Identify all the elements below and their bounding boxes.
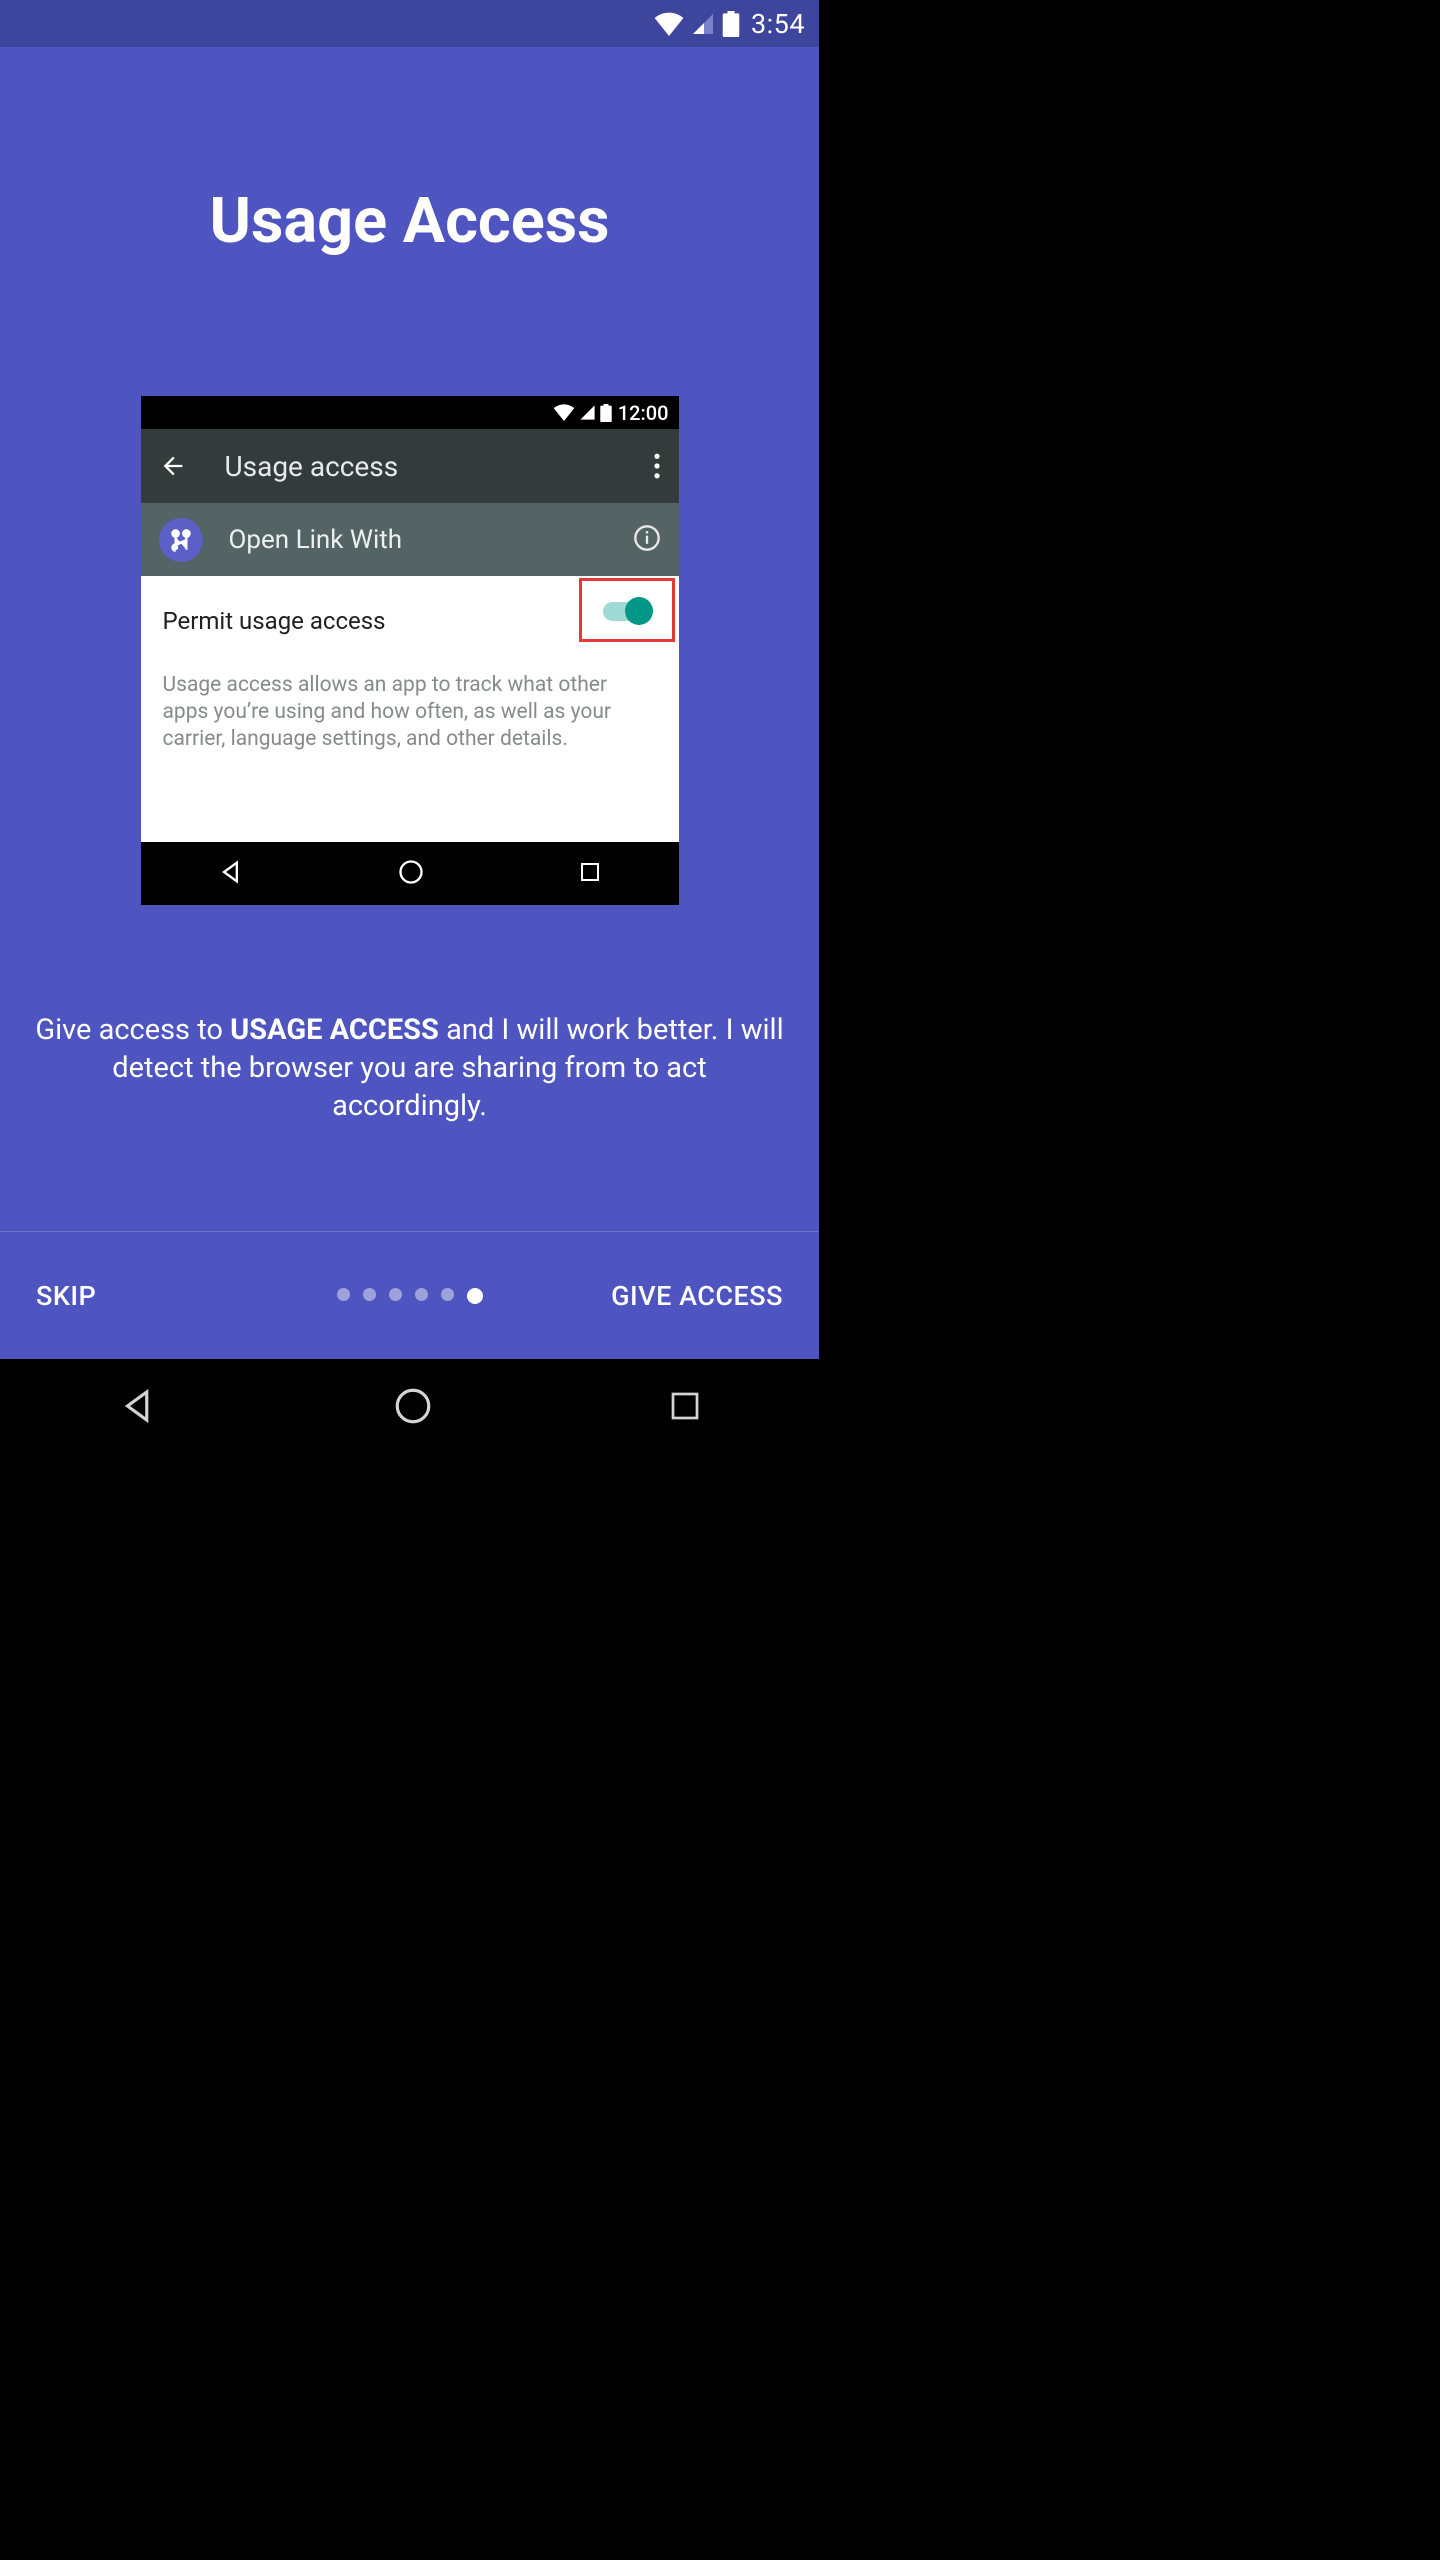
app-icon	[159, 518, 203, 562]
wifi-icon	[654, 12, 684, 36]
mock-permit-description: Usage access allows an app to track what…	[141, 660, 679, 842]
progress-dot	[389, 1288, 402, 1301]
device-nav-bar	[0, 1359, 819, 1456]
onboarding-bottom-bar: SKIP GIVE ACCESS	[0, 1232, 819, 1359]
battery-icon	[722, 11, 740, 37]
give-access-button[interactable]: GIVE ACCESS	[583, 1280, 783, 1312]
cell-signal-icon	[691, 12, 715, 36]
progress-dot	[337, 1288, 350, 1301]
page-title: Usage Access	[0, 185, 819, 258]
mock-app-row: Open Link With	[141, 503, 679, 576]
mock-permit-toggle	[603, 602, 651, 621]
status-clock: 3:54	[751, 8, 805, 40]
nav-home-icon[interactable]	[392, 1385, 434, 1431]
mock-permit-label: Permit usage access	[163, 607, 579, 635]
mock-toolbar: Usage access	[141, 429, 679, 503]
mock-status-clock: 12:00	[618, 401, 669, 425]
mock-permit-row: Permit usage access	[141, 576, 679, 660]
mock-status-bar: 12:00	[141, 396, 679, 429]
progress-dot	[415, 1288, 428, 1301]
mock-screenshot: 12:00 Usage access Open Link With Permit…	[141, 396, 679, 905]
cell-signal-icon	[579, 404, 596, 421]
desc-strong: USAGE ACCESS	[230, 1013, 439, 1047]
nav-home-icon	[397, 858, 425, 890]
progress-dot-active	[467, 1288, 483, 1304]
nav-back-icon	[217, 858, 245, 890]
mock-permit-toggle-highlight	[579, 578, 675, 642]
desc-pre: Give access to	[35, 1013, 230, 1047]
progress-dots	[236, 1288, 583, 1304]
progress-dot	[363, 1288, 376, 1301]
device-status-bar: 3:54	[0, 0, 819, 47]
wifi-icon	[553, 404, 575, 421]
onboarding-description: Give access to USAGE ACCESS and I will w…	[0, 1011, 819, 1125]
mock-app-name: Open Link With	[229, 525, 633, 555]
more-vert-icon	[653, 453, 661, 479]
nav-recent-icon	[578, 860, 602, 888]
onboarding-page: Usage Access 12:00 Usage access	[0, 47, 819, 1359]
battery-icon	[600, 404, 612, 422]
mock-toolbar-title: Usage access	[225, 450, 653, 483]
nav-back-icon[interactable]	[117, 1385, 159, 1431]
nav-recent-icon[interactable]	[667, 1388, 703, 1428]
back-arrow-icon	[159, 452, 187, 480]
mock-nav-bar	[141, 842, 679, 905]
skip-button[interactable]: SKIP	[36, 1280, 236, 1312]
info-icon	[633, 524, 661, 556]
progress-dot	[441, 1288, 454, 1301]
